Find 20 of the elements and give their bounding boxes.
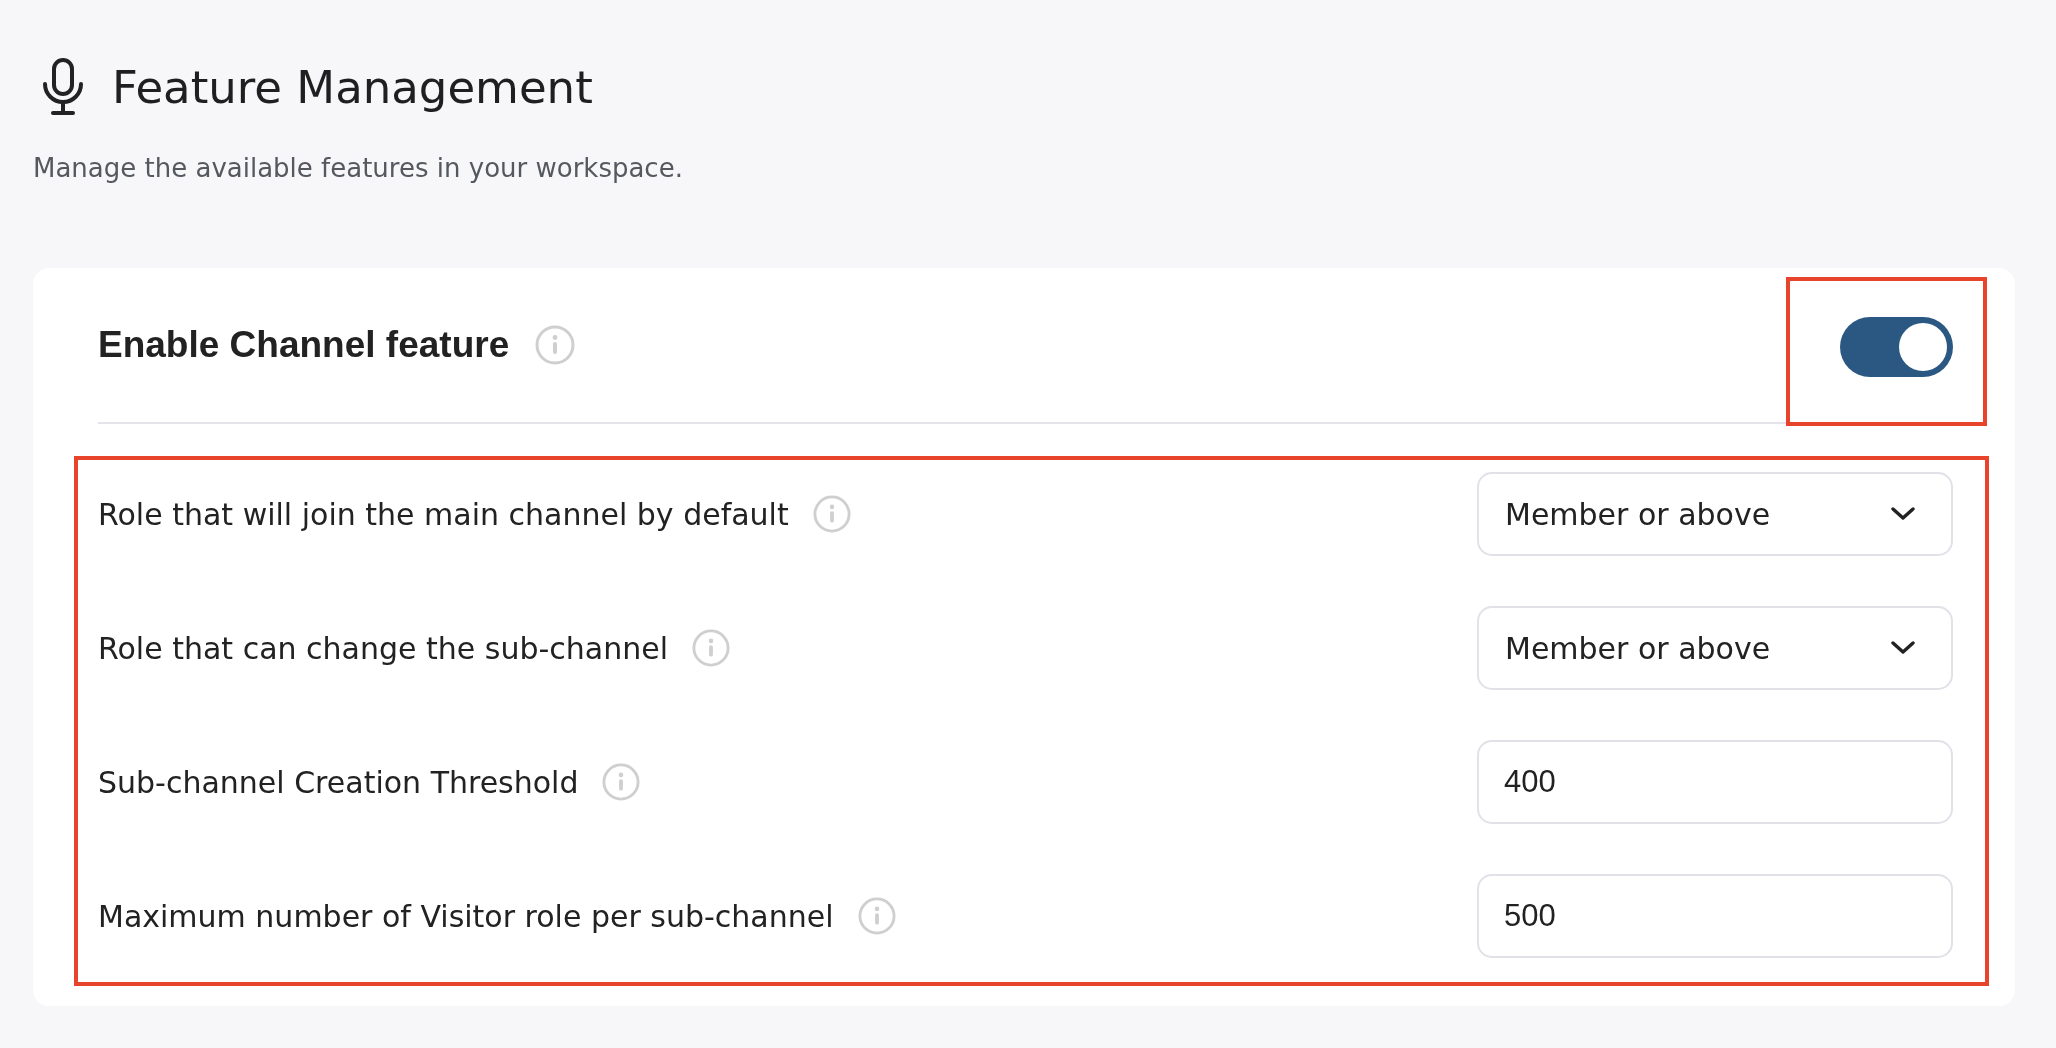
- info-icon[interactable]: [692, 629, 730, 667]
- info-icon[interactable]: [535, 325, 576, 365]
- page-subtitle: Manage the available features in your workspace.: [33, 152, 684, 185]
- dropdown-select[interactable]: Member or above: [1477, 606, 1953, 690]
- feature-label: Enable Channel feature: [98, 324, 510, 366]
- chevron-down-icon: [1891, 507, 1915, 521]
- info-icon[interactable]: [602, 763, 641, 801]
- toggle-switch[interactable]: [1840, 317, 1953, 377]
- setting-label: Role that will join the main channel by default: [98, 496, 789, 532]
- number-input[interactable]: 500: [1477, 874, 1953, 958]
- info-icon[interactable]: [812, 495, 851, 533]
- chevron-down-icon: [1891, 641, 1915, 655]
- setting-label: Maximum number of Visitor role per sub-channel: [98, 898, 834, 934]
- page-title: Feature Management: [112, 64, 593, 110]
- info-icon[interactable]: [857, 897, 896, 935]
- microphone-icon: [42, 58, 84, 116]
- setting-label: Sub-channel Creation Threshold: [98, 764, 579, 800]
- setting-label: Role that can change the sub-channel: [98, 630, 668, 666]
- dropdown-select[interactable]: Member or above: [1477, 472, 1953, 556]
- number-input[interactable]: 400: [1477, 740, 1953, 824]
